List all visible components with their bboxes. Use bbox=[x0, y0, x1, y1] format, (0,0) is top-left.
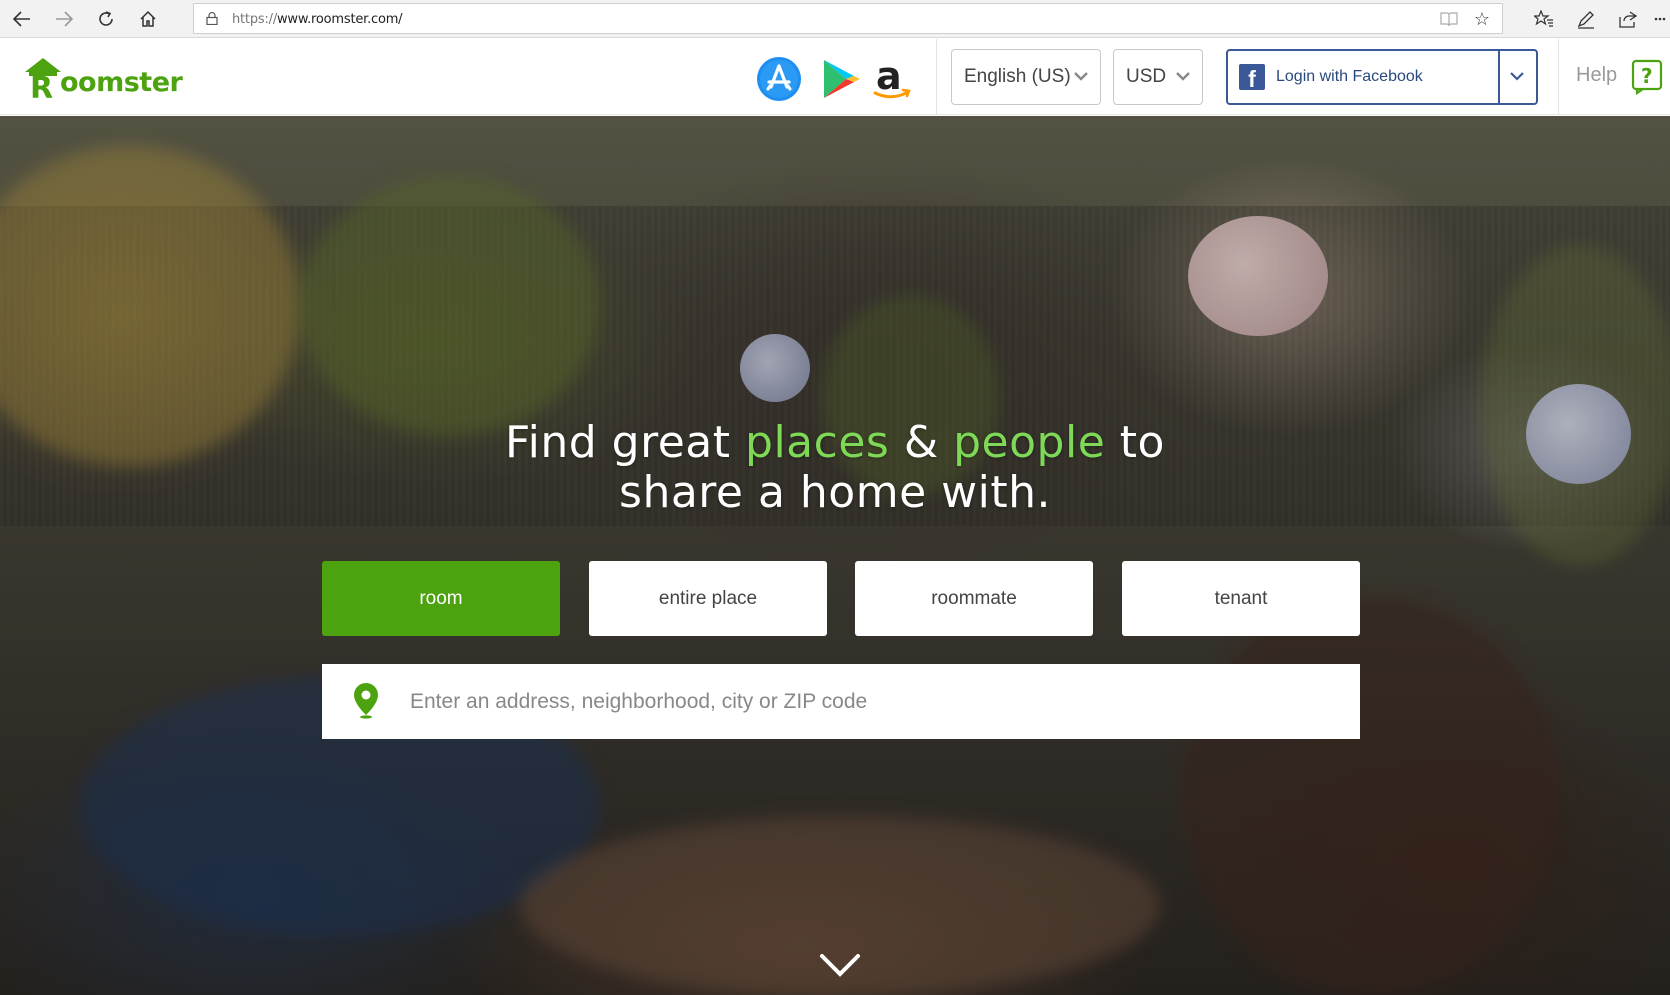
logo-text: oomster bbox=[60, 67, 183, 98]
headline-line-2: share a home with. bbox=[619, 467, 1051, 518]
location-search-box bbox=[322, 664, 1360, 739]
headline-accent-people: people bbox=[953, 417, 1106, 468]
tab-entire-place[interactable]: entire place bbox=[589, 561, 827, 636]
svg-text:R: R bbox=[30, 71, 53, 99]
share-icon[interactable] bbox=[1614, 5, 1642, 33]
roomster-logo[interactable]: R oomster bbox=[24, 57, 183, 99]
location-search-input[interactable] bbox=[410, 664, 1330, 739]
language-value: English (US) bbox=[964, 66, 1071, 87]
header-divider bbox=[1558, 39, 1559, 115]
headline-text: to bbox=[1105, 417, 1165, 468]
browser-toolbar: https://www.roomster.com/ ☆ bbox=[0, 0, 1670, 38]
reading-view-icon[interactable] bbox=[1440, 11, 1458, 27]
back-icon[interactable] bbox=[8, 5, 36, 33]
forward-icon[interactable] bbox=[50, 5, 78, 33]
headline-accent-places: places bbox=[745, 417, 890, 468]
svg-text:?: ? bbox=[1641, 64, 1653, 88]
location-pin-icon bbox=[354, 683, 378, 719]
svg-text:a: a bbox=[876, 57, 902, 98]
currency-select[interactable]: USD bbox=[1113, 49, 1203, 105]
headline-text: Find great bbox=[505, 417, 746, 468]
header-divider bbox=[936, 39, 937, 115]
refresh-icon[interactable] bbox=[92, 5, 120, 33]
google-play-icon[interactable] bbox=[818, 57, 862, 101]
address-bar[interactable]: https://www.roomster.com/ ☆ bbox=[193, 3, 1503, 34]
facebook-icon: f bbox=[1239, 64, 1265, 90]
facebook-login-button[interactable]: f Login with Facebook bbox=[1226, 49, 1538, 105]
web-note-icon[interactable] bbox=[1572, 5, 1600, 33]
hero-section: Find great places & people to share a ho… bbox=[0, 116, 1670, 995]
scroll-down-chevron-icon[interactable] bbox=[818, 950, 862, 980]
favorites-hub-icon[interactable] bbox=[1530, 5, 1558, 33]
url-host: www.roomster.com/ bbox=[277, 12, 403, 27]
hero-headline: Find great places & people to share a ho… bbox=[0, 418, 1670, 518]
url-text[interactable]: https://www.roomster.com/ bbox=[232, 12, 403, 27]
help-link[interactable]: Help bbox=[1576, 64, 1617, 87]
help-icon[interactable]: ? bbox=[1631, 59, 1663, 95]
site-header: R oomster a English (US) USD f Login wit… bbox=[0, 39, 1670, 115]
lock-icon bbox=[206, 12, 218, 25]
logo-house-icon: R bbox=[25, 58, 61, 99]
app-store-icon[interactable] bbox=[757, 57, 801, 101]
chevron-down-icon[interactable] bbox=[1508, 67, 1526, 85]
tab-roommate[interactable]: roommate bbox=[855, 561, 1093, 636]
amazon-icon[interactable]: a bbox=[870, 54, 914, 101]
favorite-star-icon[interactable]: ☆ bbox=[1474, 9, 1490, 30]
url-protocol: https:// bbox=[232, 12, 277, 27]
chevron-down-icon bbox=[1176, 72, 1190, 81]
more-icon[interactable] bbox=[1650, 5, 1670, 33]
language-select[interactable]: English (US) bbox=[951, 49, 1101, 105]
chevron-down-icon bbox=[1074, 72, 1088, 81]
currency-value: USD bbox=[1126, 66, 1167, 87]
facebook-login-label: Login with Facebook bbox=[1276, 68, 1423, 85]
search-type-tabs: room entire place roommate tenant bbox=[322, 561, 1360, 636]
tab-room[interactable]: room bbox=[322, 561, 560, 636]
home-icon[interactable] bbox=[134, 5, 162, 33]
headline-text: & bbox=[889, 417, 954, 468]
hero-overlay bbox=[0, 116, 1670, 995]
facebook-button-divider bbox=[1498, 51, 1500, 103]
tab-tenant[interactable]: tenant bbox=[1122, 561, 1360, 636]
